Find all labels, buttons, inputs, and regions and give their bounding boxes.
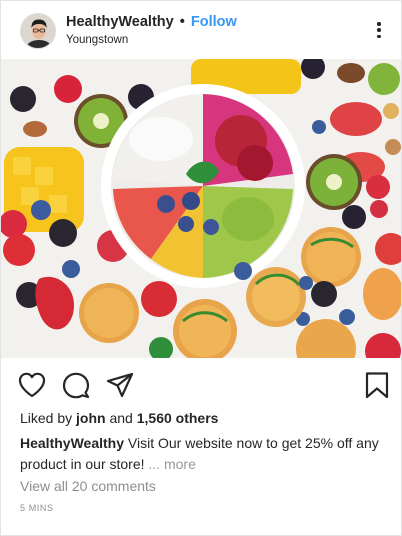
menu-dot: [377, 28, 381, 32]
post-actions: [1, 365, 401, 405]
heart-svg: [18, 372, 46, 398]
post-header: HealthyWealthy • Follow Youngstown: [1, 1, 401, 59]
more-vertical-icon[interactable]: [371, 19, 387, 41]
avatar[interactable]: [20, 13, 56, 49]
caption-username-link[interactable]: HealthyWealthy: [20, 435, 124, 451]
bookmark-icon[interactable]: [362, 370, 392, 400]
likes-summary: Liked by john and 1,560 others: [20, 410, 218, 426]
heart-icon[interactable]: [17, 370, 47, 400]
likes-prefix: Liked by: [20, 410, 73, 426]
username-link[interactable]: HealthyWealthy: [66, 14, 174, 30]
paper-plane-icon[interactable]: [105, 370, 135, 400]
avatar-image: [21, 14, 55, 48]
likes-joiner: and: [109, 410, 133, 426]
menu-dot: [377, 34, 381, 38]
likes-count-link[interactable]: 1,560 others: [137, 410, 219, 426]
liked-by-user-link[interactable]: john: [76, 410, 106, 426]
location-link[interactable]: Youngstown: [66, 34, 128, 46]
share-svg: [106, 372, 134, 398]
comment-bubble-icon[interactable]: [61, 370, 91, 400]
post-timestamp: 5 MINS: [20, 503, 54, 513]
username-line: HealthyWealthy • Follow: [66, 14, 237, 30]
bookmark-svg: [365, 372, 389, 399]
post-caption: HealthyWealthy Visit Our website now to …: [20, 433, 384, 475]
post-image[interactable]: [1, 59, 401, 358]
menu-dot: [377, 22, 381, 26]
comment-svg: [62, 372, 90, 399]
separator-dot: •: [179, 14, 185, 30]
post-card: HealthyWealthy • Follow Youngstown Liked…: [0, 0, 402, 536]
fruit-bowl-photo: [1, 59, 401, 358]
caption-more-link[interactable]: ... more: [148, 456, 195, 472]
follow-button[interactable]: Follow: [191, 14, 237, 30]
view-comments-link[interactable]: View all 20 comments: [20, 478, 156, 494]
